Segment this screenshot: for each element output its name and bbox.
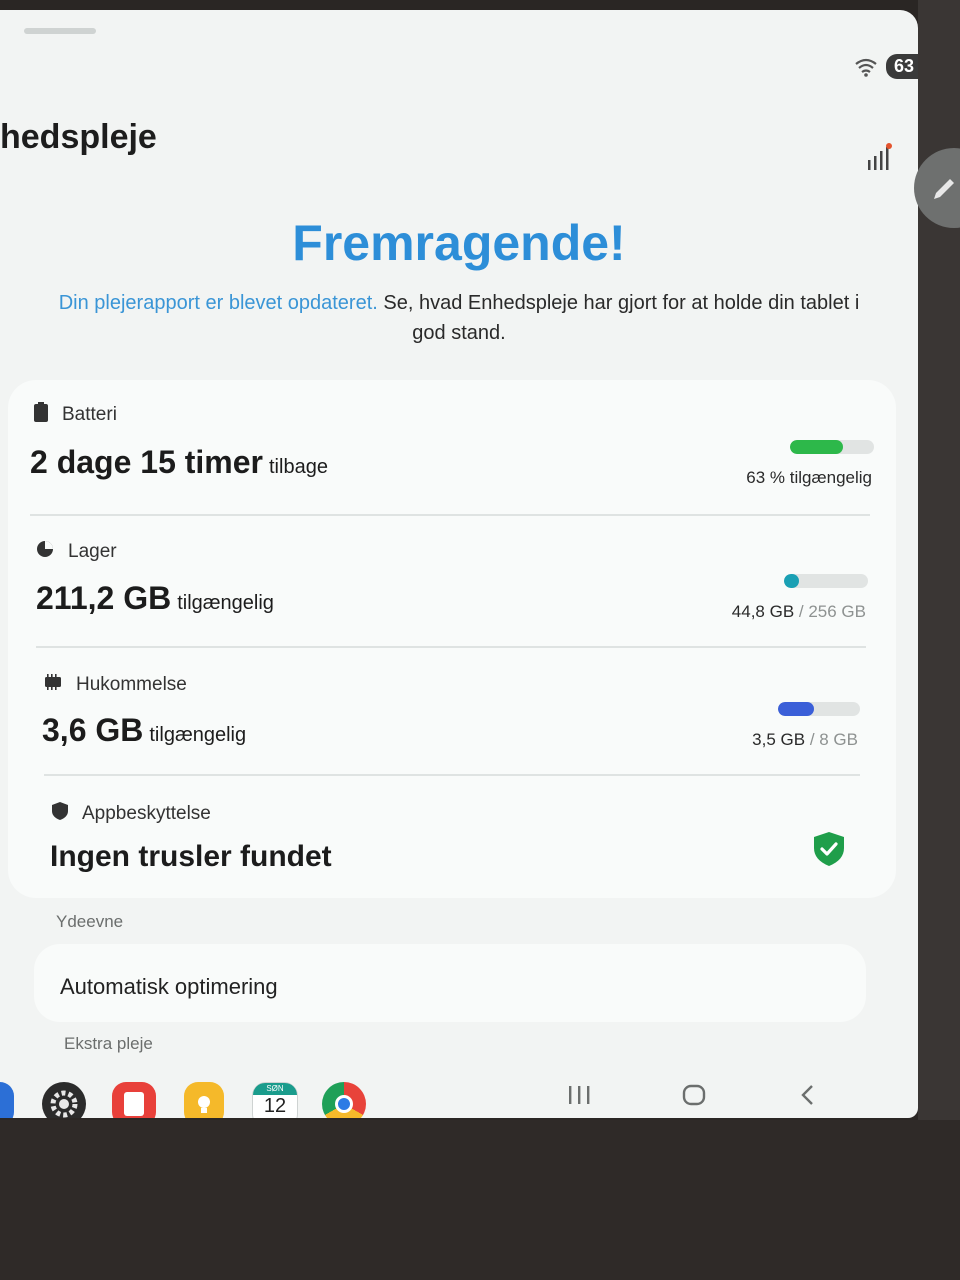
recent-apps-button[interactable] (566, 1084, 592, 1111)
storage-used: 44,8 GB (731, 602, 795, 621)
battery-level-bar (790, 440, 874, 454)
wifi-icon (854, 57, 878, 77)
storage-usage-bar (784, 574, 868, 588)
keep-icon[interactable] (184, 1082, 224, 1118)
memory-available: 3,6 GB (42, 712, 144, 748)
battery-label: Batteri (62, 404, 117, 425)
battery-row[interactable]: Batteri 2 dage 15 timer tilbage 63 % tilg… (8, 380, 896, 516)
auto-optimization-item[interactable]: Automatisk optimering (34, 944, 866, 1022)
pencil-icon (934, 179, 954, 199)
battery-time-suffix: tilbage (269, 456, 328, 478)
divider (44, 774, 860, 776)
storage-usage-fill (784, 574, 799, 588)
status-description-text: Se, hvad Enhedspleje har gjort for at ho… (383, 292, 860, 344)
storage-icon (36, 540, 54, 564)
calendar-icon[interactable]: SØN 12 (252, 1082, 298, 1118)
calendar-date: 12 (263, 1095, 287, 1117)
memory-total: / 8 GB (809, 730, 858, 749)
settings-icon[interactable] (42, 1082, 86, 1118)
status-headline: Fremragende! (292, 215, 626, 271)
calendar-day: SØN (253, 1083, 297, 1095)
device-care-card: Batteri 2 dage 15 timer tilbage 63 % tilg… (8, 380, 896, 898)
battery-available-text: 63 % tilgængelig (746, 468, 872, 487)
storage-available: 211,2 GB (36, 580, 172, 616)
window-handle[interactable] (24, 28, 96, 34)
storage-row[interactable]: Lager 211,2 GB tilgængelig 44,8 GB / 256 … (8, 518, 896, 646)
battery-level-badge: 63 (885, 54, 918, 79)
app-drawer-icon[interactable] (0, 1082, 14, 1118)
memory-usage-bar (778, 702, 860, 716)
battery-time-remaining: 2 dage 15 timer (30, 444, 263, 480)
app-protection-status: Ingen trusler fundet (50, 840, 332, 873)
app-protection-label: Appbeskyttelse (82, 803, 211, 824)
memory-row[interactable]: Hukommelse 3,6 GB tilgængelig 3,5 GB / 8 … (8, 650, 896, 776)
memory-label: Hukommelse (76, 674, 187, 695)
statistics-icon[interactable] (866, 142, 894, 177)
device-frame-bottom (0, 1120, 960, 1280)
memory-available-suffix: tilgængelig (149, 724, 247, 746)
section-header-extra-care: Ekstra pleje (64, 1034, 153, 1053)
protected-check-shield-icon (814, 832, 844, 871)
battery-level-fill (790, 440, 843, 454)
section-header-performance: Ydeevne (56, 912, 124, 931)
shield-icon (52, 802, 68, 826)
battery-icon (34, 402, 48, 428)
memory-used: 3,5 GB (752, 730, 806, 749)
storage-label: Lager (68, 541, 117, 562)
app-protection-row[interactable]: Appbeskyttelse Ingen trusler fundet (8, 778, 896, 894)
status-bar: 63 (854, 54, 918, 79)
divider (36, 646, 866, 648)
divider (30, 514, 870, 516)
back-button[interactable] (798, 1084, 818, 1111)
taskbar: SØN 12 (0, 1068, 918, 1118)
auto-optimization-label: Automatisk optimering (60, 974, 278, 999)
notes-icon[interactable] (112, 1082, 156, 1118)
memory-usage-fill (778, 702, 815, 716)
care-report-link[interactable]: Din plejerapport er blevet opdateret. (59, 292, 378, 314)
storage-available-suffix: tilgængelig (177, 592, 274, 614)
tablet-screen: 63 hedspleje Fremragende! Din plejerappo… (0, 10, 918, 1118)
chrome-icon[interactable] (322, 1082, 366, 1118)
page-title: hedspleje (0, 118, 157, 156)
status-description: Din plejerapport er blevet opdateret. Se… (40, 288, 878, 348)
home-button[interactable] (682, 1084, 706, 1111)
memory-chip-icon (44, 674, 62, 696)
storage-total: / 256 GB (798, 602, 866, 621)
